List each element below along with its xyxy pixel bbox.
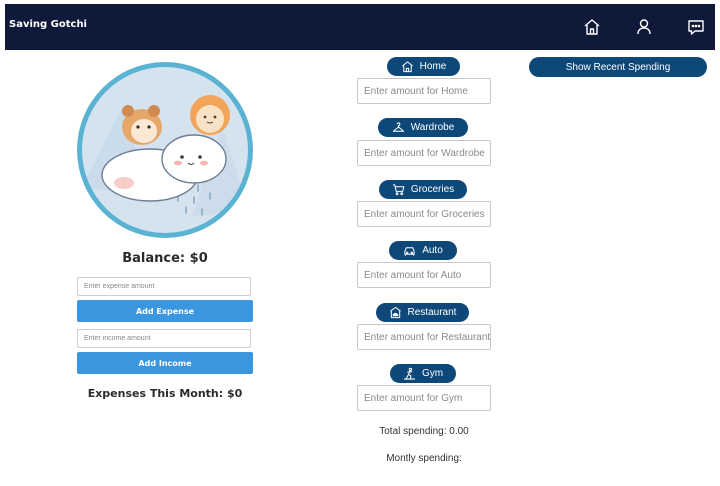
show-recent-spending-button[interactable]: Show Recent Spending (529, 57, 707, 77)
total-spending-text: Total spending: 0.00 (379, 426, 469, 437)
category-groceries-label: Groceries (379, 180, 467, 199)
category-label: Restaurant (407, 307, 457, 318)
monthly-spending-text: Montly spending: (386, 453, 462, 464)
category-label: Groceries (410, 184, 455, 195)
expenses-this-month-text: Expenses This Month: $0 (87, 387, 243, 400)
restaurant-amount-input[interactable] (357, 324, 491, 350)
category-label: Wardrobe (410, 122, 455, 133)
category-label: Auto (422, 245, 443, 256)
category-auto-label: Auto (389, 241, 457, 260)
cart-icon (392, 184, 405, 196)
category-wardrobe-label: Wardrobe (378, 118, 468, 137)
category-restaurant-label: Restaurant (376, 303, 469, 322)
exercise-icon (403, 367, 416, 380)
user-icon[interactable] (634, 17, 654, 37)
add-income-button[interactable]: Add Income (77, 352, 253, 374)
hanger-icon (392, 122, 404, 132)
home-amount-input[interactable] (357, 78, 491, 104)
home-icon (401, 61, 413, 73)
app-window: Saving Gotchi Balance: $0 Enter expense … (0, 0, 720, 486)
pet-illustration (82, 67, 248, 233)
groceries-amount-input[interactable] (357, 201, 491, 227)
category-label: Home (419, 61, 447, 72)
add-expense-button[interactable]: Add Expense (77, 300, 253, 322)
chat-icon[interactable] (686, 17, 706, 37)
auto-amount-input[interactable] (357, 262, 491, 288)
navbar: Saving Gotchi (5, 4, 715, 50)
category-gym-label: Gym (390, 364, 456, 383)
pet-avatar (77, 62, 253, 238)
restaurant-icon (389, 306, 401, 319)
gym-amount-input[interactable] (357, 385, 491, 411)
wardrobe-amount-input[interactable] (357, 140, 491, 166)
category-home-label: Home (387, 57, 460, 76)
income-amount-input[interactable] (77, 329, 251, 348)
balance-text: Balance: $0 (122, 251, 208, 266)
car-icon (404, 247, 415, 256)
category-label: Gym (421, 368, 444, 379)
app-title: Saving Gotchi (9, 19, 87, 30)
expense-amount-input[interactable] (77, 277, 251, 296)
home-icon[interactable] (582, 17, 602, 37)
